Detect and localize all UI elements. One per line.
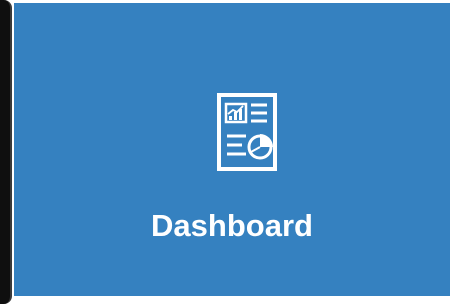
left-panel-edge	[0, 0, 12, 304]
screen: Dashboard	[0, 0, 455, 304]
report-dashboard-icon	[217, 93, 277, 171]
dashboard-tile[interactable]: Dashboard	[14, 3, 450, 296]
dashboard-label: Dashboard	[151, 208, 313, 243]
